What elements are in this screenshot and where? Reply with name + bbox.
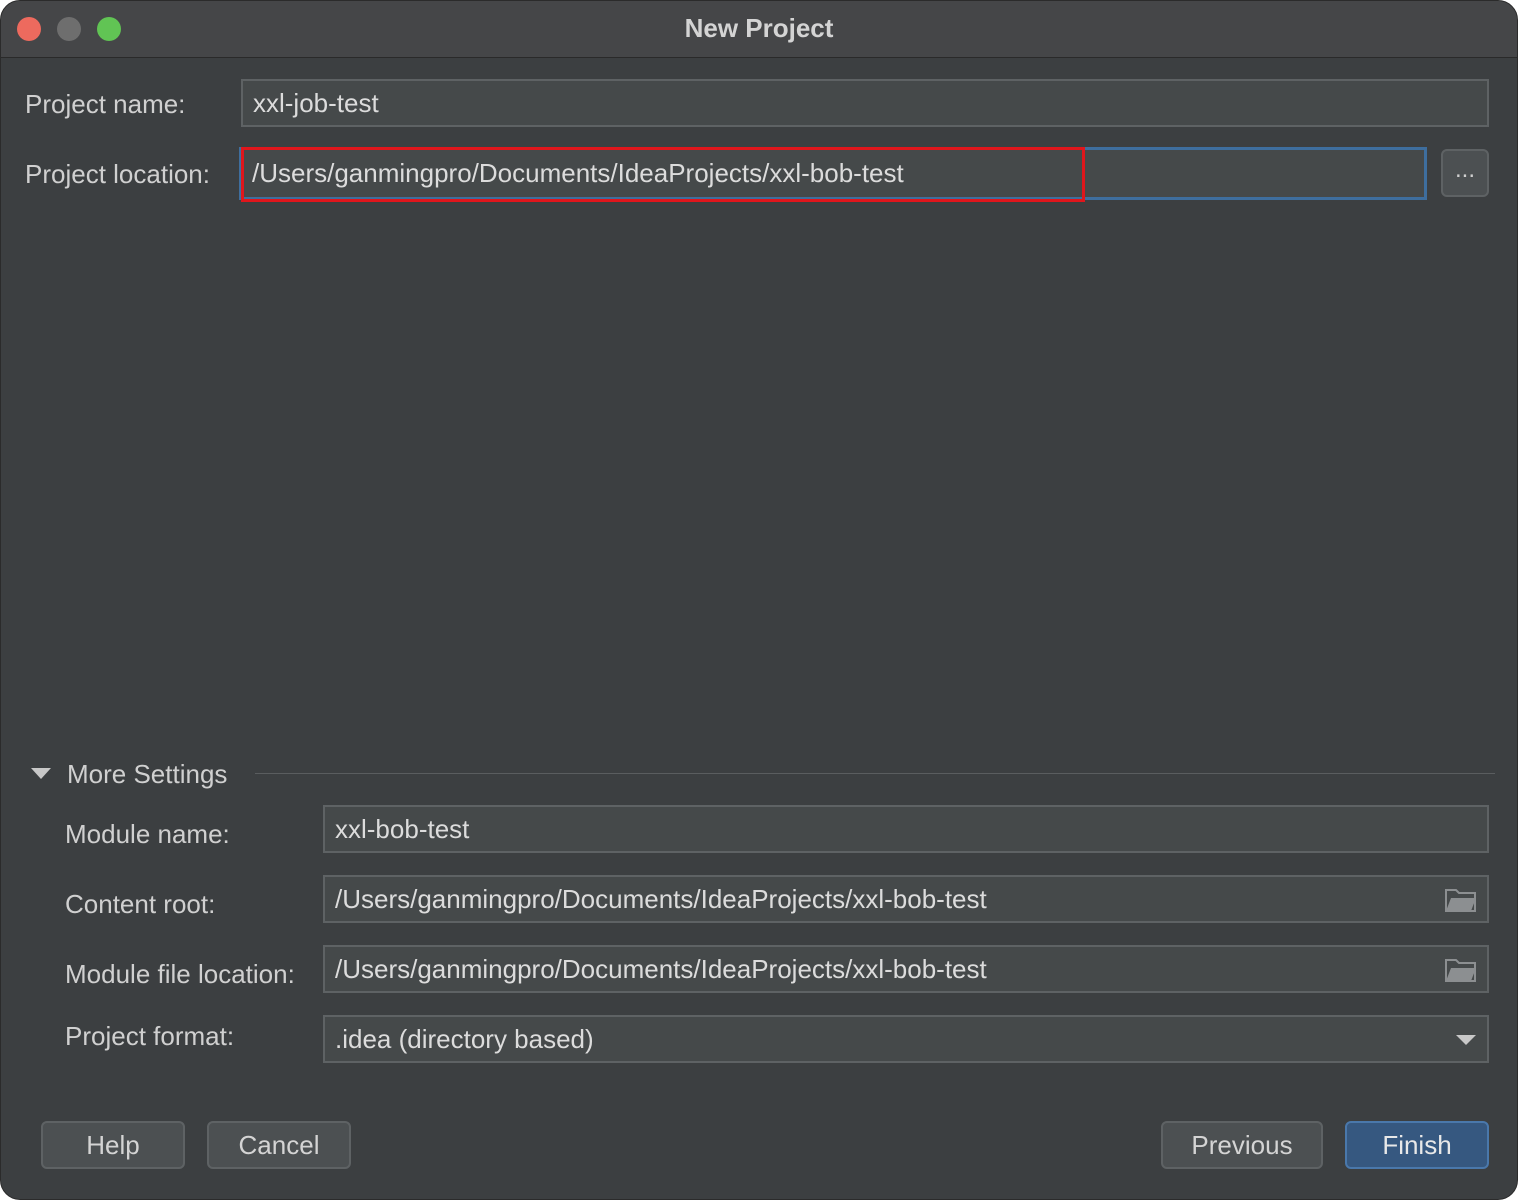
content-root-label: Content root: — [65, 889, 216, 919]
more-settings-header[interactable]: More Settings — [67, 759, 227, 790]
project-name-label: Project name: — [25, 89, 186, 119]
chevron-down-icon[interactable] — [1456, 1035, 1476, 1045]
module-name-label: Module name: — [65, 819, 230, 849]
title-bar: New Project — [1, 1, 1517, 58]
module-file-location-label: Module file location: — [65, 959, 295, 989]
triangle-down-icon[interactable] — [31, 768, 51, 779]
help-button[interactable]: Help — [41, 1121, 185, 1169]
section-divider — [255, 773, 1495, 774]
content-root-input[interactable]: /Users/ganmingpro/Documents/IdeaProjects… — [323, 875, 1489, 923]
folder-icon[interactable] — [1445, 887, 1477, 913]
cancel-button[interactable]: Cancel — [207, 1121, 351, 1169]
browse-location-button[interactable]: ... — [1441, 149, 1489, 197]
finish-button[interactable]: Finish — [1345, 1121, 1489, 1169]
project-format-select[interactable]: .idea (directory based) — [323, 1015, 1489, 1063]
module-name-input[interactable]: xxl-bob-test — [323, 805, 1489, 853]
folder-icon[interactable] — [1445, 957, 1477, 983]
new-project-dialog: New Project Project name: xxl-job-test P… — [0, 0, 1518, 1200]
previous-button[interactable]: Previous — [1161, 1121, 1323, 1169]
module-file-location-input[interactable]: /Users/ganmingpro/Documents/IdeaProjects… — [323, 945, 1489, 993]
window-title: New Project — [684, 13, 834, 43]
project-format-label: Project format: — [65, 1021, 235, 1051]
project-location-label: Project location: — [25, 159, 210, 189]
project-location-input[interactable]: /Users/ganmingpro/Documents/IdeaProjects… — [239, 147, 1427, 200]
project-name-input[interactable]: xxl-job-test — [241, 79, 1489, 127]
